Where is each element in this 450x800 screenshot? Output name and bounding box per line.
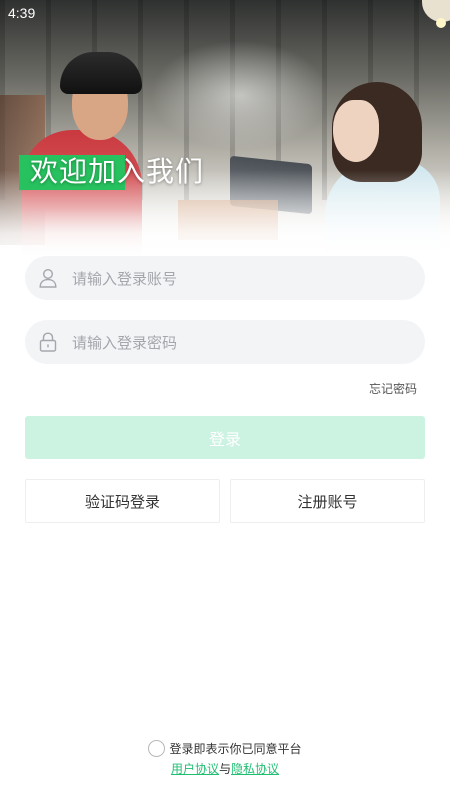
user-agreement-link[interactable]: 用户协议 bbox=[171, 762, 219, 776]
hero-window-light bbox=[150, 40, 330, 150]
welcome-title: 欢迎加入我们 bbox=[30, 155, 205, 188]
login-button[interactable]: 登录 bbox=[25, 416, 425, 459]
agreement-section: 登录即表示你已同意平台 用户协议与隐私协议 bbox=[0, 740, 450, 777]
agreement-connector: 与 bbox=[218, 762, 231, 776]
agreement-text: 登录即表示你已同意平台 bbox=[169, 742, 302, 756]
user-icon bbox=[38, 268, 58, 288]
login-screen: 4:39 欢迎加入我们 请输入登录账号 请输入登录密码 忘记密码 登录 验证码登… bbox=[0, 0, 450, 800]
sms-login-button[interactable]: 验证码登录 bbox=[25, 479, 220, 523]
password-field[interactable]: 请输入登录密码 bbox=[25, 320, 425, 364]
account-field[interactable]: 请输入登录账号 bbox=[25, 256, 425, 300]
lock-icon bbox=[38, 332, 58, 352]
hero-photo bbox=[0, 0, 450, 255]
hero-lamp-bulb bbox=[436, 18, 446, 28]
forgot-password-link[interactable]: 忘记密码 bbox=[369, 380, 417, 397]
hero-clerk-face bbox=[333, 100, 379, 162]
password-placeholder: 请输入登录密码 bbox=[72, 333, 178, 352]
account-placeholder: 请输入登录账号 bbox=[72, 269, 178, 288]
register-button[interactable]: 注册账号 bbox=[230, 479, 425, 523]
agreement-checkbox[interactable] bbox=[148, 740, 166, 757]
privacy-policy-link[interactable]: 隐私协议 bbox=[231, 762, 279, 776]
status-bar-time: 4:39 bbox=[8, 5, 36, 21]
